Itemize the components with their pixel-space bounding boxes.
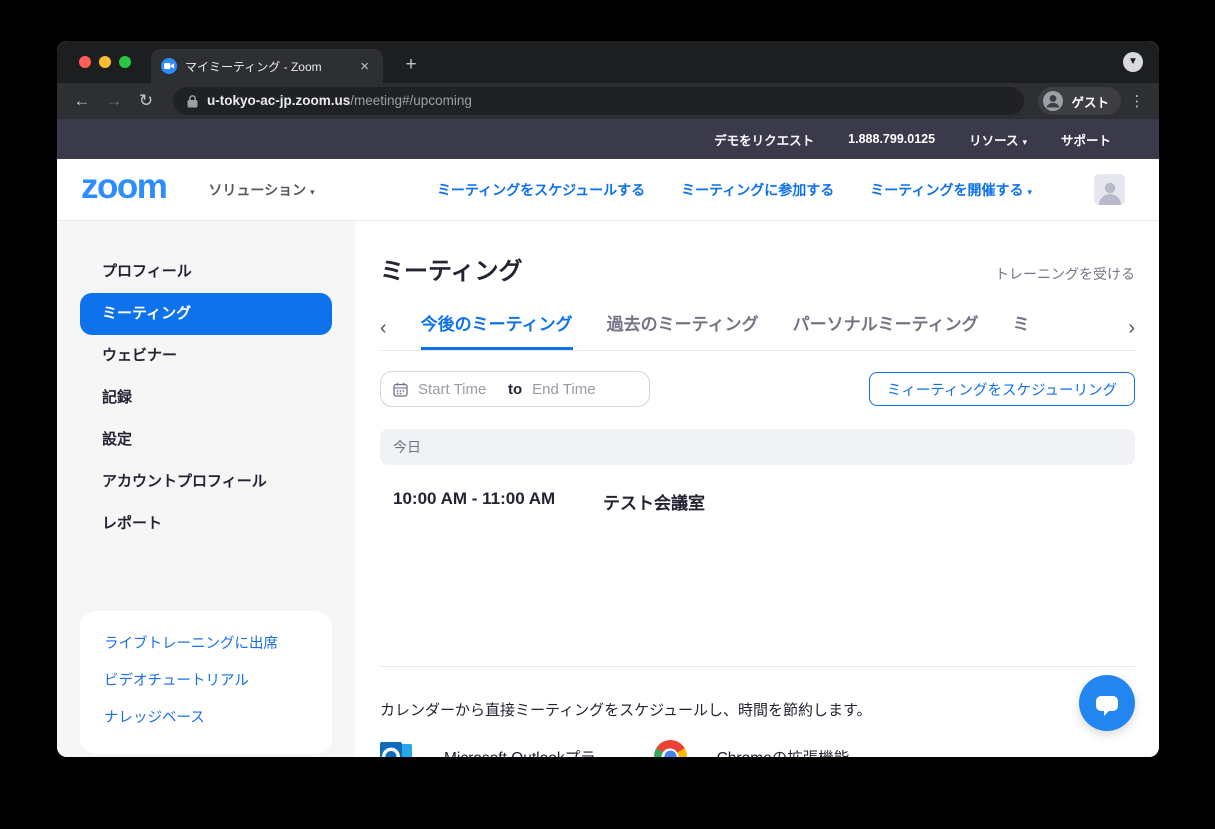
zoom-favicon-icon [161,58,177,74]
chrome-icon [653,740,687,757]
resources-menu[interactable]: リソース ▾ [969,130,1027,149]
new-tab-button[interactable]: + [397,52,425,80]
browser-profile-button[interactable]: ゲスト [1038,87,1121,115]
date-range-picker[interactable]: to [380,371,650,407]
minimize-window-button[interactable] [99,56,111,68]
knowledge-base-link[interactable]: ナレッジベース [104,700,308,737]
meeting-topic[interactable]: テスト会議室 [603,489,705,514]
browser-window: マイミーティング - Zoom × + ▼ ← → ↻ u-tokyo-ac-j… [57,41,1159,757]
sidebar-item-profile[interactable]: プロフィール [57,251,355,293]
sidebar-item-account-profile[interactable]: アカウントプロフィール [57,461,355,503]
back-icon[interactable]: ← [69,91,95,111]
caret-down-icon: ▾ [1027,186,1032,197]
schedule-meeting-button[interactable]: ミィーティングをスケジューリング [868,372,1135,406]
url-text: u-tokyo-ac-jp.zoom.us/meeting#/upcoming [207,92,472,110]
lock-icon [187,94,198,107]
profile-avatar-icon [1043,91,1064,111]
start-time-input[interactable] [418,380,498,398]
browser-tab[interactable]: マイミーティング - Zoom × [151,49,383,83]
window-controls [79,56,131,68]
page-title: ミーティング [380,258,523,285]
schedule-meeting-link[interactable]: ミーティングをスケジュールする [437,180,645,200]
outlook-plugin-item[interactable]: Microsoft Outlookプラ [380,740,596,757]
chat-support-button[interactable] [1079,675,1135,731]
guest-label: ゲスト [1071,95,1109,110]
chat-bubble-icon [1096,695,1118,716]
site-topnav: デモをリクエスト 1.888.799.0125 リソース ▾ サポート [57,119,1159,159]
main-content: ミーティング トレーニングを受ける ‹ 今後のミーティング 過去のミーティング … [355,221,1159,757]
host-meeting-menu[interactable]: ミーティングを開催する ▾ [870,180,1032,200]
live-training-link[interactable]: ライブトレーニングに出席 [104,626,308,663]
tab-upcoming-meetings[interactable]: 今後のミーティング [420,310,573,350]
sidebar-item-reports[interactable]: レポート [57,503,355,545]
calendar-promo-text: カレンダーから直接ミーティングをスケジュールし、時間を節約します。 [380,702,872,719]
close-window-button[interactable] [79,56,91,68]
zoom-window-button[interactable] [119,56,131,68]
chrome-extension-label: Chromeの拡張機能 [717,746,850,758]
caret-down-icon: ▾ [310,186,315,197]
today-section-header: 今日 [380,429,1135,465]
close-tab-icon[interactable]: × [356,57,373,76]
sidebar: プロフィール ミーティング ウェビナー 記録 設定 アカウントプロフィール レポ… [57,221,355,757]
sidebar-item-settings[interactable]: 設定 [57,419,355,461]
meeting-time: 10:00 AM - 11:00 AM [393,489,556,508]
support-link[interactable]: サポート [1061,130,1111,149]
range-to-label: to [508,380,523,398]
reload-icon[interactable]: ↻ [133,91,159,111]
tab-search-button[interactable]: ▼ [1123,52,1143,72]
meeting-row[interactable]: 10:00 AM - 11:00 AM テスト会議室 [380,489,1135,514]
tab-truncated[interactable]: ミ [1013,310,1031,350]
browser-menu-icon[interactable]: ⋮ [1127,92,1147,110]
section-divider [380,666,1135,667]
outlook-icon [380,742,412,757]
end-time-input[interactable] [532,380,613,398]
site-header: zoom ソリューション ▾ ミーティングをスケジュールする ミーティングに参加す… [57,159,1159,221]
zoom-logo[interactable]: zoom [81,169,168,210]
sidebar-item-meetings[interactable]: ミーティング [80,293,332,335]
request-demo-link[interactable]: デモをリクエスト [714,130,814,149]
sidebar-item-webinars[interactable]: ウェビナー [57,335,355,377]
user-avatar[interactable] [1094,174,1125,205]
outlook-plugin-label: Microsoft Outlookプラ [444,746,596,758]
solutions-menu[interactable]: ソリューション ▾ [208,180,314,200]
meeting-tabs: ‹ 今後のミーティング 過去のミーティング パーソナルミーティング ミ › [380,310,1135,351]
phone-link[interactable]: 1.888.799.0125 [848,132,935,146]
browser-tabstrip: マイミーティング - Zoom × + ▼ [57,41,1159,83]
video-tutorials-link[interactable]: ビデオチュートリアル [104,663,308,700]
tab-personal-meetings[interactable]: パーソナルミーティング [793,310,979,350]
join-meeting-link[interactable]: ミーティングに参加する [681,180,834,200]
address-bar[interactable]: u-tokyo-ac-jp.zoom.us/meeting#/upcoming [173,87,1025,115]
chrome-extension-item[interactable]: Chromeの拡張機能 [653,740,850,758]
person-icon [1098,182,1121,205]
tab-title: マイミーティング - Zoom [185,59,322,74]
sidebar-help-card: ライブトレーニングに出席 ビデオチュートリアル ナレッジベース [80,611,332,754]
get-training-link[interactable]: トレーニングを受ける [995,264,1135,286]
chevron-left-icon[interactable]: ‹ [380,318,387,350]
url-path: /meeting#/upcoming [350,93,472,108]
browser-toolbar: ← → ↻ u-tokyo-ac-jp.zoom.us/meeting#/upc… [57,83,1159,119]
sidebar-item-recordings[interactable]: 記録 [57,377,355,419]
caret-down-icon: ▾ [1022,136,1027,147]
url-domain: u-tokyo-ac-jp.zoom.us [207,93,351,108]
tab-previous-meetings[interactable]: 過去のミーティング [607,310,759,350]
chevron-right-icon[interactable]: › [1128,318,1135,350]
forward-icon[interactable]: → [101,91,127,111]
calendar-icon [393,382,408,397]
